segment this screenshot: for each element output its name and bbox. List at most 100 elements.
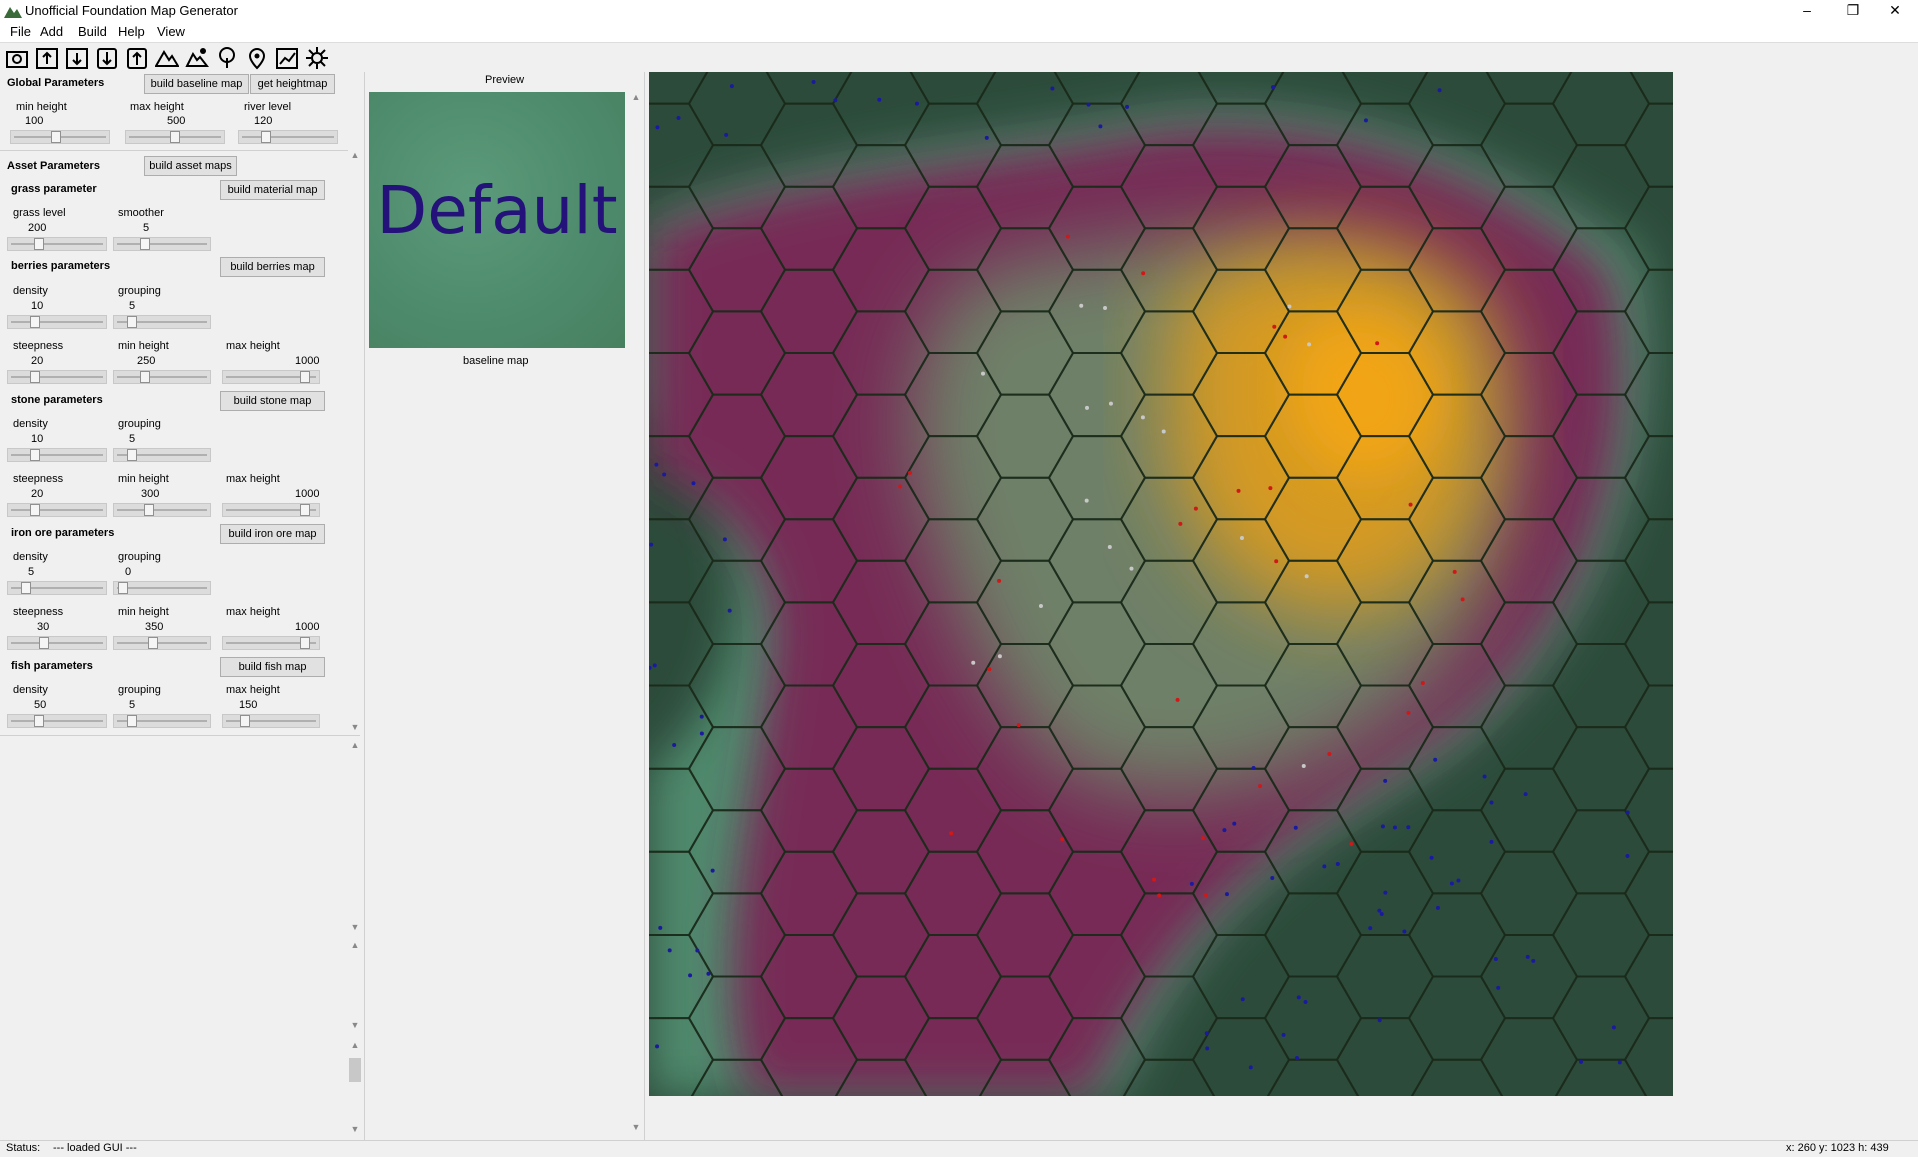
preview-caption: baseline map [463,355,529,367]
stone-density-slider[interactable] [7,448,107,462]
slider-thumb[interactable] [300,504,310,516]
settings-icon[interactable] [305,46,329,70]
slider-thumb[interactable] [170,131,180,143]
download-icon[interactable] [95,46,119,70]
smoother-slider[interactable] [113,237,211,251]
iron-steepness-slider[interactable] [7,636,107,650]
slider-thumb[interactable] [21,582,31,594]
build-berries-map-button[interactable]: build berries map [220,257,325,277]
map-canvas[interactable] [649,72,1673,1096]
resource-marker [898,484,903,489]
slider-thumb[interactable] [240,715,250,727]
slider-thumb[interactable] [118,582,128,594]
scroll-thumb[interactable] [349,1058,361,1082]
stone-max-height-slider[interactable] [222,503,320,517]
fish-grouping-slider[interactable] [113,714,211,728]
mountain-icon[interactable] [154,46,180,70]
stone-min-height-slider[interactable] [113,503,211,517]
slider-thumb[interactable] [140,371,150,383]
build-baseline-map-button[interactable]: build baseline map [144,74,249,94]
menu-view[interactable]: View [157,24,185,39]
berries-min-height-slider[interactable] [113,370,211,384]
preview-scrollbar[interactable]: ▲ ▼ [629,92,643,1136]
berries-grouping-slider[interactable] [113,315,211,329]
chart-icon[interactable] [275,46,299,70]
slider-thumb[interactable] [144,504,154,516]
berries-max-height-slider[interactable] [222,370,320,384]
menu-add[interactable]: Add [40,24,63,39]
export-icon[interactable] [125,46,149,70]
slider-thumb[interactable] [30,371,40,383]
scroll-up-arrow[interactable]: ▲ [348,940,362,950]
tree-icon[interactable] [215,46,239,70]
slider-thumb[interactable] [30,504,40,516]
slider-thumb[interactable] [34,238,44,250]
scroll-down-arrow[interactable]: ▼ [348,1020,362,1030]
resource-marker [1204,1031,1209,1036]
scroll-down-arrow[interactable]: ▼ [348,1124,362,1134]
stone-grouping-slider[interactable] [113,448,211,462]
build-stone-map-button[interactable]: build stone map [220,391,325,411]
scroll-up-arrow[interactable]: ▲ [629,92,643,102]
get-heightmap-button[interactable]: get heightmap [250,74,335,94]
berries-steepness-slider[interactable] [7,370,107,384]
iron-grouping-slider[interactable] [113,581,211,595]
panel-scrollbar-4[interactable]: ▲ ▼ [348,1040,362,1138]
slider-thumb[interactable] [140,238,150,250]
close-button[interactable]: ✕ [1872,0,1918,22]
preview-thumbnail[interactable]: Default [369,92,625,348]
menu-file[interactable]: File [10,24,31,39]
upload-icon[interactable] [35,46,59,70]
scroll-up-arrow[interactable]: ▲ [348,740,362,750]
slider-thumb[interactable] [127,316,137,328]
import-icon[interactable] [65,46,89,70]
build-fish-map-button[interactable]: build fish map [220,657,325,677]
scroll-up-arrow[interactable]: ▲ [348,150,362,160]
slider-thumb[interactable] [39,637,49,649]
resource-marker [1248,1065,1253,1070]
fish-density-slider[interactable] [7,714,107,728]
river-level-slider[interactable] [238,130,338,144]
scroll-up-arrow[interactable]: ▲ [348,1040,362,1050]
iron-max-height-slider[interactable] [222,636,320,650]
iron-density-slider[interactable] [7,581,107,595]
slider-thumb[interactable] [51,131,61,143]
menu-build[interactable]: Build [78,24,107,39]
terrain-icon[interactable] [185,46,210,70]
asset-scrollbar[interactable]: ▲ ▼ [348,150,362,735]
resource-marker [1274,559,1279,564]
menu-help[interactable]: Help [118,24,145,39]
min-height-slider[interactable] [10,130,110,144]
slider-thumb[interactable] [30,449,40,461]
restore-button[interactable]: ❐ [1830,0,1876,22]
minimize-button[interactable]: – [1784,0,1830,22]
berries-density-slider[interactable] [7,315,107,329]
resource-marker [1079,303,1084,308]
scroll-down-arrow[interactable]: ▼ [348,722,362,732]
build-material-map-button[interactable]: build material map [220,180,325,200]
panel-scrollbar-3[interactable]: ▲ ▼ [348,940,362,1033]
build-iron-ore-map-button[interactable]: build iron ore map [220,524,325,544]
max-height-slider[interactable] [125,130,225,144]
slider-thumb[interactable] [148,637,158,649]
slider-thumb[interactable] [30,316,40,328]
stone-steepness-slider[interactable] [7,503,107,517]
panel-scrollbar-2[interactable]: ▲ ▼ [348,740,362,935]
resource-marker [672,742,677,747]
camera-icon[interactable] [5,46,29,70]
slider-thumb[interactable] [300,637,310,649]
slider-thumb[interactable] [34,715,44,727]
slider-thumb[interactable] [300,371,310,383]
scroll-down-arrow[interactable]: ▼ [629,1122,643,1132]
map-pin-icon[interactable] [245,46,269,70]
grass-level-slider[interactable] [7,237,107,251]
slider-thumb[interactable] [127,449,137,461]
fish-max-height-slider[interactable] [222,714,320,728]
resource-marker [676,116,681,121]
slider-thumb[interactable] [261,131,271,143]
build-asset-maps-button[interactable]: build asset maps [144,156,237,176]
iron-min-height-slider[interactable] [113,636,211,650]
resource-marker [908,470,913,475]
slider-thumb[interactable] [127,715,137,727]
scroll-down-arrow[interactable]: ▼ [348,922,362,932]
